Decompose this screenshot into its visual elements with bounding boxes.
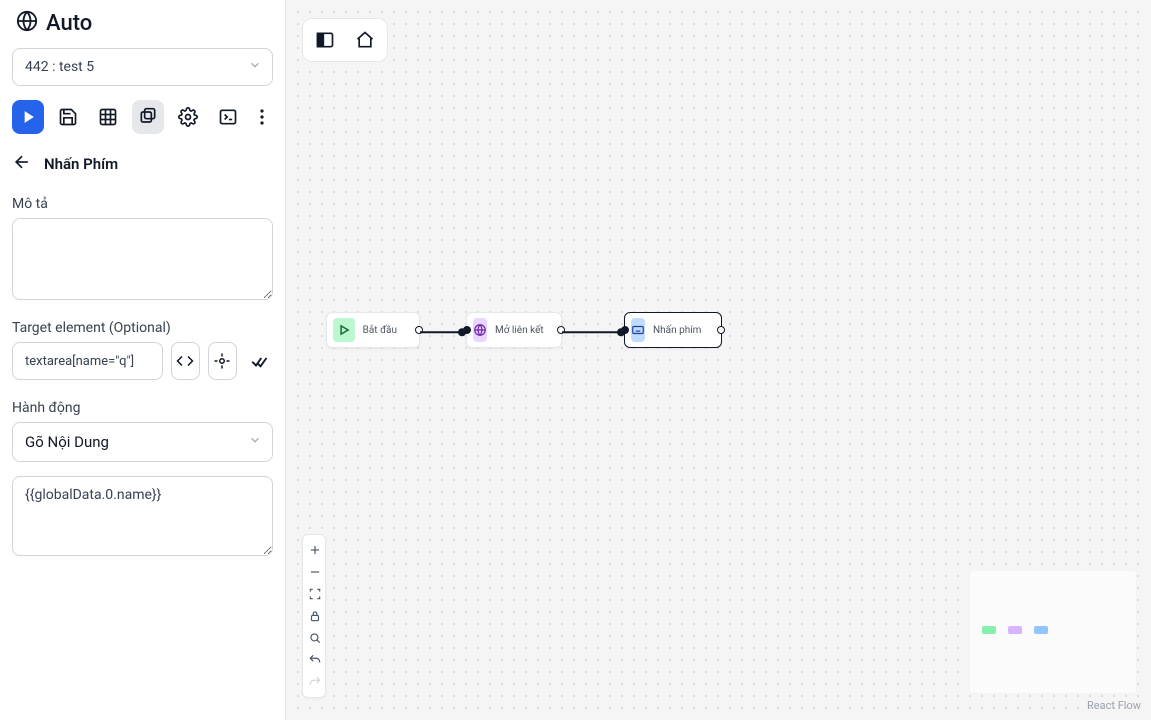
edge[interactable] <box>420 331 465 333</box>
settings-button[interactable] <box>172 100 204 134</box>
node-start-label: Bắt đầu <box>363 325 397 336</box>
flow: Bắt đầu Mở liên kết Nhấn phím <box>326 312 1151 352</box>
brand-label: Auto <box>46 11 92 36</box>
more-button[interactable] <box>252 100 273 134</box>
home-button[interactable] <box>347 23 383 57</box>
port-in[interactable] <box>621 326 629 334</box>
port-out[interactable] <box>415 326 423 334</box>
globe-icon <box>16 10 38 36</box>
toolbar <box>12 100 273 134</box>
description-input[interactable] <box>12 218 273 300</box>
search-button[interactable] <box>303 627 327 649</box>
port-out[interactable] <box>717 326 725 334</box>
port-in[interactable] <box>463 326 471 334</box>
blocks-button[interactable] <box>132 100 164 134</box>
minimap-node-start <box>982 626 996 634</box>
undo-button[interactable] <box>303 649 327 671</box>
target-picker-button[interactable] <box>208 342 237 380</box>
canvas-side-controls <box>302 534 326 698</box>
description-label: Mô tả <box>12 196 273 212</box>
node-open-link[interactable]: Mở liên kết <box>466 312 562 348</box>
verify-button[interactable] <box>245 342 274 380</box>
minimap-node-press-key <box>1034 626 1048 634</box>
node-open-link-label: Mở liên kết <box>495 325 544 336</box>
section-title: Nhấn Phím <box>44 155 118 173</box>
action-select[interactable]: Gõ Nội Dung <box>12 422 273 462</box>
content-input[interactable] <box>12 476 273 556</box>
flow-select-value: 442 : test 5 <box>25 59 94 75</box>
keyboard-icon <box>631 318 645 342</box>
flow-select[interactable]: 442 : test 5 <box>12 48 273 86</box>
port-out[interactable] <box>557 326 565 334</box>
action-label: Hành động <box>12 400 273 416</box>
zoom-in-button[interactable] <box>303 539 327 561</box>
brand: Auto <box>16 10 273 36</box>
reactflow-attribution: React Flow <box>1087 699 1141 712</box>
chevron-down-icon <box>248 58 262 76</box>
table-button[interactable] <box>92 100 124 134</box>
lock-button[interactable] <box>303 605 327 627</box>
zoom-out-button[interactable] <box>303 561 327 583</box>
minimap-node-open-link <box>1008 626 1022 634</box>
play-icon <box>333 318 355 342</box>
node-start[interactable]: Bắt đầu <box>326 312 420 348</box>
target-label: Target element (Optional) <box>12 320 273 336</box>
action-select-value: Gõ Nội Dung <box>25 433 109 451</box>
code-button[interactable] <box>171 342 200 380</box>
redo-button[interactable] <box>303 671 327 693</box>
minimap[interactable] <box>969 570 1137 694</box>
canvas-top-controls <box>302 18 388 62</box>
panel-toggle-button[interactable] <box>307 23 343 57</box>
fit-view-button[interactable] <box>303 583 327 605</box>
target-input[interactable] <box>12 342 163 380</box>
canvas[interactable]: Bắt đầu Mở liên kết Nhấn phím <box>286 0 1151 720</box>
edge[interactable] <box>562 331 624 333</box>
back-button[interactable] <box>12 152 32 176</box>
sidebar: Auto 442 : test 5 <box>0 0 286 720</box>
globe-icon <box>473 318 487 342</box>
node-press-key[interactable]: Nhấn phím <box>624 312 722 348</box>
run-button[interactable] <box>12 100 44 134</box>
save-button[interactable] <box>52 100 84 134</box>
chevron-down-icon <box>248 433 262 451</box>
node-press-key-label: Nhấn phím <box>653 325 701 336</box>
section-header: Nhấn Phím <box>12 152 273 176</box>
terminal-button[interactable] <box>212 100 244 134</box>
